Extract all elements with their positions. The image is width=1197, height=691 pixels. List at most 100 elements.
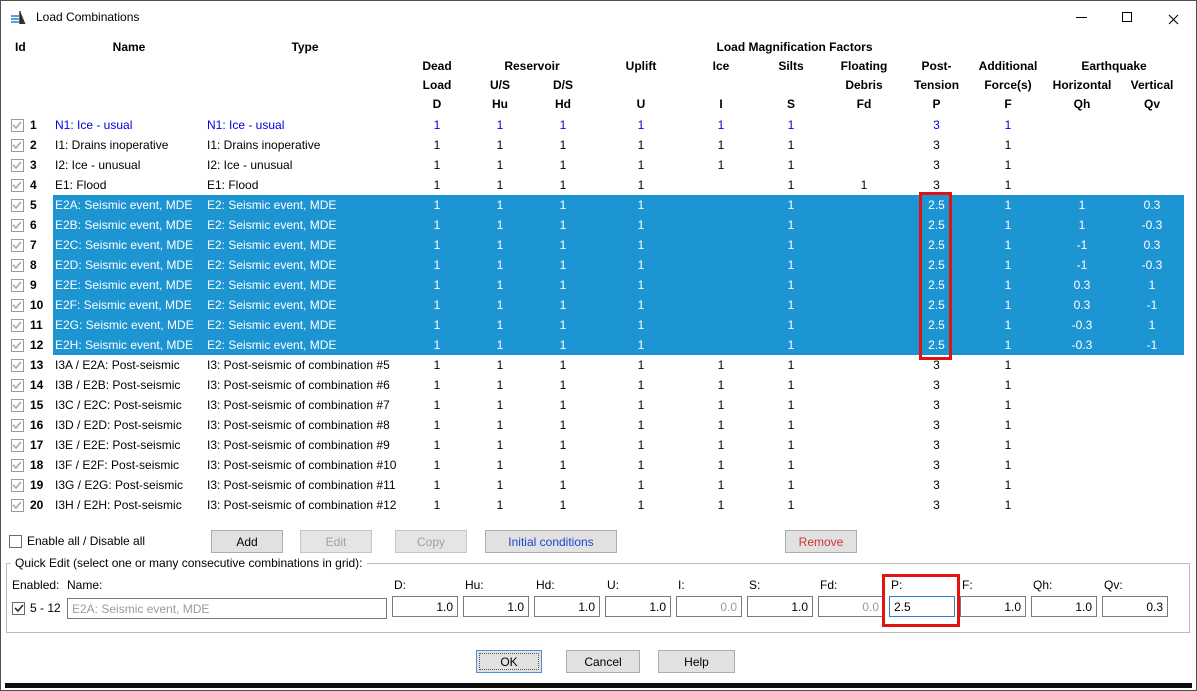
row-cell-u[interactable]: 1 — [595, 335, 687, 355]
row-cell-fd[interactable] — [827, 375, 901, 395]
row-cell-fd[interactable] — [827, 295, 901, 315]
row-name[interactable]: I3A / E2A: Post-seismic — [53, 355, 205, 375]
row-cell-hd[interactable]: 1 — [531, 495, 595, 515]
row-type[interactable]: I3: Post-seismic of combination #6 — [205, 375, 405, 395]
row-cell-d[interactable]: 1 — [405, 255, 469, 275]
row-cell-i[interactable]: 1 — [687, 495, 755, 515]
row-cell-i[interactable]: 1 — [687, 115, 755, 135]
row-cell-qh[interactable] — [1044, 415, 1120, 435]
row-cell-qv[interactable] — [1120, 495, 1184, 515]
row-type[interactable]: N1: Ice - usual — [205, 115, 405, 135]
row-cell-d[interactable]: 1 — [405, 415, 469, 435]
row-cell-i[interactable]: 1 — [687, 475, 755, 495]
row-cell-hd[interactable]: 1 — [531, 455, 595, 475]
row-checkbox[interactable] — [7, 235, 27, 255]
row-cell-s[interactable]: 1 — [755, 275, 827, 295]
row-cell-i[interactable]: 1 — [687, 135, 755, 155]
row-cell-u[interactable]: 1 — [595, 435, 687, 455]
row-cell-qh[interactable]: -1 — [1044, 255, 1120, 275]
row-cell-u[interactable]: 1 — [595, 115, 687, 135]
row-cell-i[interactable]: 1 — [687, 355, 755, 375]
row-cell-p[interactable]: 3 — [901, 175, 972, 195]
row-cell-hd[interactable]: 1 — [531, 255, 595, 275]
field-input[interactable] — [818, 596, 884, 617]
row-cell-qh[interactable] — [1044, 115, 1120, 135]
row-cell-s[interactable]: 1 — [755, 235, 827, 255]
row-cell-d[interactable]: 1 — [405, 475, 469, 495]
row-cell-fd[interactable] — [827, 475, 901, 495]
row-cell-qv[interactable]: -1 — [1120, 335, 1184, 355]
row-cell-hu[interactable]: 1 — [469, 415, 531, 435]
row-cell-p[interactable]: 2.5 — [901, 295, 972, 315]
row-cell-f[interactable]: 1 — [972, 295, 1044, 315]
row-name[interactable]: E2A: Seismic event, MDE — [53, 195, 205, 215]
row-cell-hd[interactable]: 1 — [531, 215, 595, 235]
table-row[interactable]: 1 N1: Ice - usual N1: Ice - usual 1 1 1 1 1 1 3 1 — [7, 115, 1184, 135]
row-cell-hu[interactable]: 1 — [469, 115, 531, 135]
row-checkbox[interactable] — [7, 495, 27, 515]
row-cell-hd[interactable]: 1 — [531, 475, 595, 495]
table-row[interactable]: 16 I3D / E2D: Post-seismic I3: Post-seismi… — [7, 415, 1184, 435]
row-cell-hd[interactable]: 1 — [531, 135, 595, 155]
row-type[interactable]: E1: Flood — [205, 175, 405, 195]
field-input[interactable] — [960, 596, 1026, 617]
row-cell-hu[interactable]: 1 — [469, 175, 531, 195]
row-cell-fd[interactable] — [827, 415, 901, 435]
row-type[interactable]: I3: Post-seismic of combination #11 — [205, 475, 405, 495]
table-row[interactable]: 8 E2D: Seismic event, MDE E2: Seismic even… — [7, 255, 1184, 275]
row-cell-hu[interactable]: 1 — [469, 215, 531, 235]
row-cell-hu[interactable]: 1 — [469, 295, 531, 315]
row-cell-qv[interactable]: 1 — [1120, 315, 1184, 335]
row-cell-qv[interactable] — [1120, 375, 1184, 395]
row-cell-p[interactable]: 3 — [901, 495, 972, 515]
row-cell-p[interactable]: 3 — [901, 455, 972, 475]
row-cell-hu[interactable]: 1 — [469, 355, 531, 375]
row-cell-f[interactable]: 1 — [972, 335, 1044, 355]
row-cell-s[interactable]: 1 — [755, 135, 827, 155]
row-checkbox[interactable] — [7, 275, 27, 295]
row-cell-f[interactable]: 1 — [972, 495, 1044, 515]
row-cell-f[interactable]: 1 — [972, 255, 1044, 275]
row-cell-u[interactable]: 1 — [595, 375, 687, 395]
row-cell-u[interactable]: 1 — [595, 495, 687, 515]
row-name[interactable]: I3B / E2B: Post-seismic — [53, 375, 205, 395]
row-type[interactable]: I3: Post-seismic of combination #12 — [205, 495, 405, 515]
row-cell-hu[interactable]: 1 — [469, 475, 531, 495]
row-cell-s[interactable]: 1 — [755, 335, 827, 355]
row-cell-hd[interactable]: 1 — [531, 175, 595, 195]
row-cell-qv[interactable] — [1120, 435, 1184, 455]
enable-all-checkbox[interactable]: Enable all / Disable all — [9, 534, 145, 548]
row-cell-hd[interactable]: 1 — [531, 155, 595, 175]
row-cell-d[interactable]: 1 — [405, 115, 469, 135]
row-cell-s[interactable]: 1 — [755, 175, 827, 195]
row-cell-i[interactable]: 1 — [687, 415, 755, 435]
table-row[interactable]: 14 I3B / E2B: Post-seismic I3: Post-seismi… — [7, 375, 1184, 395]
row-type[interactable]: E2: Seismic event, MDE — [205, 255, 405, 275]
row-cell-s[interactable]: 1 — [755, 495, 827, 515]
row-cell-hd[interactable]: 1 — [531, 295, 595, 315]
row-cell-i[interactable] — [687, 335, 755, 355]
table-row[interactable]: 9 E2E: Seismic event, MDE E2: Seismic even… — [7, 275, 1184, 295]
row-cell-hd[interactable]: 1 — [531, 335, 595, 355]
row-cell-qv[interactable]: 1 — [1120, 275, 1184, 295]
row-cell-f[interactable]: 1 — [972, 275, 1044, 295]
row-cell-hd[interactable]: 1 — [531, 315, 595, 335]
row-cell-hu[interactable]: 1 — [469, 155, 531, 175]
row-cell-fd[interactable] — [827, 395, 901, 415]
row-cell-hu[interactable]: 1 — [469, 235, 531, 255]
row-cell-f[interactable]: 1 — [972, 475, 1044, 495]
row-name[interactable]: E1: Flood — [53, 175, 205, 195]
row-cell-u[interactable]: 1 — [595, 175, 687, 195]
row-cell-qv[interactable] — [1120, 155, 1184, 175]
row-type[interactable]: E2: Seismic event, MDE — [205, 195, 405, 215]
row-name[interactable]: I3F / E2F: Post-seismic — [53, 455, 205, 475]
row-cell-f[interactable]: 1 — [972, 435, 1044, 455]
row-cell-i[interactable] — [687, 295, 755, 315]
row-cell-hd[interactable]: 1 — [531, 195, 595, 215]
row-name[interactable]: N1: Ice - usual — [53, 115, 205, 135]
row-cell-qh[interactable]: -0.3 — [1044, 335, 1120, 355]
row-name[interactable]: I3D / E2D: Post-seismic — [53, 415, 205, 435]
row-name[interactable]: I3E / E2E: Post-seismic — [53, 435, 205, 455]
row-cell-d[interactable]: 1 — [405, 395, 469, 415]
row-cell-p[interactable]: 3 — [901, 375, 972, 395]
